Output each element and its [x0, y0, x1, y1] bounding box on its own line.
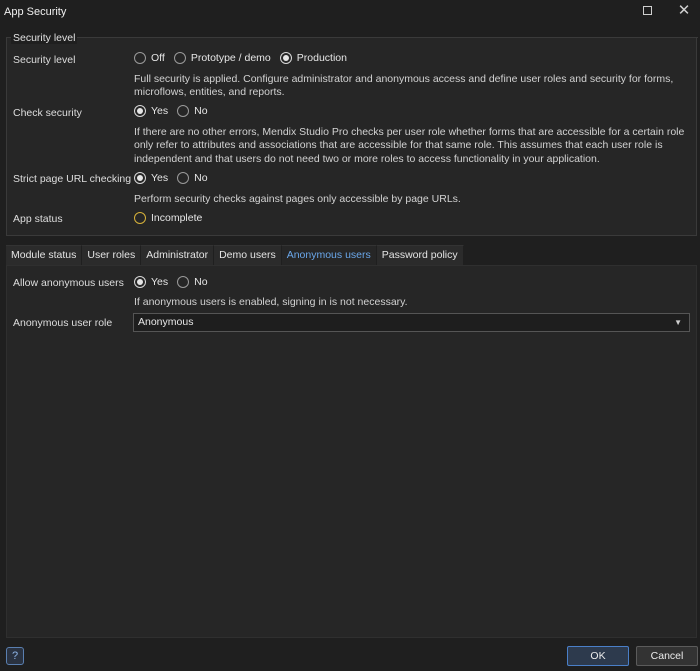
app-status: Incomplete — [134, 212, 202, 224]
radio-strict-no[interactable]: No — [177, 172, 208, 184]
anonymous-role-dropdown[interactable]: Anonymous ▼ — [133, 313, 690, 332]
strict-url-help: Perform security checks against pages on… — [134, 193, 461, 205]
strict-url-radios: Yes No — [134, 172, 208, 184]
help-icon: ? — [11, 650, 19, 662]
close-icon: ✕ — [677, 2, 691, 19]
status-warning-icon — [134, 212, 146, 224]
allow-anonymous-radios: Yes No — [134, 276, 208, 288]
radio-circle-icon — [177, 276, 190, 288]
radio-off[interactable]: Off — [134, 52, 165, 64]
title-bar: App Security ✕ — [0, 0, 700, 23]
app-status-value: Incomplete — [151, 212, 203, 224]
radio-circle-icon — [177, 105, 190, 117]
help-button[interactable]: ? — [6, 647, 24, 665]
anonymous-help: If anonymous users is enabled, signing i… — [134, 296, 408, 308]
allow-anonymous-label: Allow anonymous users — [13, 277, 124, 289]
maximize-icon — [642, 6, 652, 15]
check-security-label: Check security — [13, 107, 82, 119]
tab-password-policy[interactable]: Password policy — [376, 245, 464, 265]
security-level-help: Full security is applied. Configure admi… — [134, 73, 674, 99]
anonymous-role-label: Anonymous user role — [13, 317, 113, 329]
radio-anonymous-yes[interactable]: Yes — [134, 276, 168, 288]
radio-prototype[interactable]: Prototype / demo — [173, 52, 271, 64]
radio-selected-icon — [134, 276, 146, 288]
cancel-button[interactable]: Cancel — [636, 646, 698, 666]
tab-user-roles[interactable]: User roles — [82, 245, 142, 265]
close-button[interactable]: ✕ — [673, 2, 695, 20]
anonymous-role-value: Anonymous — [138, 316, 194, 328]
ok-button[interactable]: OK — [567, 646, 629, 666]
radio-selected-icon — [134, 172, 146, 184]
maximize-button[interactable] — [636, 2, 658, 20]
tab-anonymous-users[interactable]: Anonymous users — [281, 245, 377, 265]
tab-administrator[interactable]: Administrator — [141, 245, 215, 265]
window-title: App Security — [4, 6, 67, 18]
radio-check-yes[interactable]: Yes — [134, 105, 168, 117]
tab-demo-users[interactable]: Demo users — [214, 245, 282, 265]
security-level-legend: Security level — [11, 32, 78, 44]
strict-url-label: Strict page URL checking — [13, 173, 132, 185]
radio-anonymous-no[interactable]: No — [177, 276, 208, 288]
security-level-radios: Off Prototype / demo Production — [134, 52, 347, 64]
security-level-label: Security level — [13, 54, 76, 66]
radio-circle-icon — [134, 52, 146, 64]
tab-module-status[interactable]: Module status — [6, 245, 83, 265]
tab-bar: Module status User roles Administrator D… — [6, 245, 464, 265]
radio-selected-icon — [279, 52, 292, 64]
radio-production[interactable]: Production — [279, 52, 347, 64]
radio-check-no[interactable]: No — [177, 105, 208, 117]
check-security-help: If there are no other errors, Mendix Stu… — [134, 126, 685, 165]
radio-selected-icon — [134, 105, 146, 117]
radio-circle-icon — [177, 172, 190, 184]
check-security-radios: Yes No — [134, 105, 208, 117]
radio-circle-icon — [173, 52, 186, 64]
app-status-label: App status — [13, 213, 63, 225]
caret-down-icon: ▼ — [674, 318, 682, 327]
radio-strict-yes[interactable]: Yes — [134, 172, 168, 184]
